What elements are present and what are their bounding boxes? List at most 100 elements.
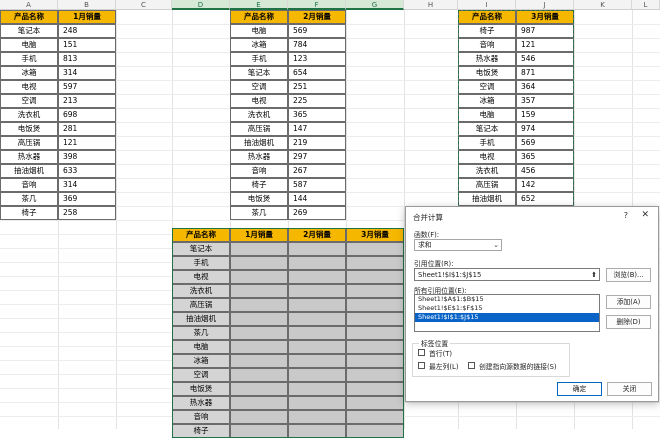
product-name-cell[interactable]: 手机 bbox=[0, 52, 58, 66]
summary-product-cell[interactable]: 洗衣机 bbox=[172, 284, 230, 298]
summary-product-cell[interactable]: 手机 bbox=[172, 256, 230, 270]
summary-product-cell[interactable]: 高压锅 bbox=[172, 298, 230, 312]
product-name-cell[interactable]: 抽油烟机 bbox=[0, 164, 58, 178]
summary-value-cell[interactable] bbox=[288, 424, 346, 438]
header-cell[interactable]: 1月销量 bbox=[58, 10, 116, 24]
product-name-cell[interactable]: 椅子 bbox=[230, 178, 288, 192]
summary-value-cell[interactable] bbox=[230, 354, 288, 368]
product-name-cell[interactable]: 空调 bbox=[0, 94, 58, 108]
sales-value-cell[interactable]: 219 bbox=[288, 136, 346, 150]
reference-list-item[interactable]: Sheet1!$A$1:$B$15 bbox=[415, 295, 599, 304]
summary-value-cell[interactable] bbox=[346, 368, 404, 382]
sales-value-cell[interactable]: 142 bbox=[516, 178, 574, 192]
summary-value-cell[interactable] bbox=[346, 312, 404, 326]
sales-value-cell[interactable]: 251 bbox=[288, 80, 346, 94]
summary-value-cell[interactable] bbox=[288, 396, 346, 410]
left-column-checkbox[interactable] bbox=[418, 362, 425, 369]
sales-value-cell[interactable]: 587 bbox=[288, 178, 346, 192]
product-name-cell[interactable]: 音响 bbox=[230, 164, 288, 178]
summary-value-cell[interactable] bbox=[288, 242, 346, 256]
summary-value-cell[interactable] bbox=[346, 424, 404, 438]
product-name-cell[interactable]: 音响 bbox=[458, 38, 516, 52]
summary-value-cell[interactable] bbox=[230, 270, 288, 284]
product-name-cell[interactable]: 冰箱 bbox=[458, 94, 516, 108]
summary-header-cell[interactable]: 产品名称 bbox=[172, 228, 230, 242]
summary-value-cell[interactable] bbox=[288, 410, 346, 424]
product-name-cell[interactable]: 电脑 bbox=[230, 24, 288, 38]
summary-product-cell[interactable]: 电脑 bbox=[172, 340, 230, 354]
column-header-a[interactable]: A bbox=[0, 0, 58, 10]
column-header-h[interactable]: H bbox=[404, 0, 458, 10]
summary-value-cell[interactable] bbox=[230, 424, 288, 438]
product-name-cell[interactable]: 空调 bbox=[458, 80, 516, 94]
summary-value-cell[interactable] bbox=[230, 284, 288, 298]
sales-value-cell[interactable]: 297 bbox=[288, 150, 346, 164]
summary-value-cell[interactable] bbox=[346, 284, 404, 298]
sales-value-cell[interactable]: 698 bbox=[58, 108, 116, 122]
sales-value-cell[interactable]: 974 bbox=[516, 122, 574, 136]
summary-value-cell[interactable] bbox=[230, 256, 288, 270]
summary-product-cell[interactable]: 电视 bbox=[172, 270, 230, 284]
sales-value-cell[interactable]: 569 bbox=[288, 24, 346, 38]
sales-value-cell[interactable]: 365 bbox=[288, 108, 346, 122]
delete-button[interactable]: 删除(D) bbox=[606, 315, 651, 329]
product-name-cell[interactable]: 电视 bbox=[230, 94, 288, 108]
summary-value-cell[interactable] bbox=[230, 368, 288, 382]
sales-value-cell[interactable]: 121 bbox=[516, 38, 574, 52]
product-name-cell[interactable]: 高压锅 bbox=[458, 178, 516, 192]
product-name-cell[interactable]: 茶几 bbox=[0, 192, 58, 206]
sales-value-cell[interactable]: 258 bbox=[58, 206, 116, 220]
summary-value-cell[interactable] bbox=[346, 242, 404, 256]
product-name-cell[interactable]: 音响 bbox=[0, 178, 58, 192]
sales-value-cell[interactable]: 281 bbox=[58, 122, 116, 136]
column-header-f[interactable]: F bbox=[288, 0, 346, 10]
header-cell[interactable]: 产品名称 bbox=[0, 10, 58, 24]
product-name-cell[interactable]: 笔记本 bbox=[230, 66, 288, 80]
product-name-cell[interactable]: 电饭煲 bbox=[230, 192, 288, 206]
summary-value-cell[interactable] bbox=[288, 298, 346, 312]
summary-value-cell[interactable] bbox=[230, 410, 288, 424]
summary-value-cell[interactable] bbox=[230, 396, 288, 410]
sales-value-cell[interactable]: 357 bbox=[516, 94, 574, 108]
summary-value-cell[interactable] bbox=[288, 354, 346, 368]
column-header-i[interactable]: I bbox=[458, 0, 516, 10]
sales-value-cell[interactable]: 213 bbox=[58, 94, 116, 108]
product-name-cell[interactable]: 电饭煲 bbox=[0, 122, 58, 136]
column-header-c[interactable]: C bbox=[116, 0, 172, 10]
sales-value-cell[interactable]: 597 bbox=[58, 80, 116, 94]
sales-value-cell[interactable]: 159 bbox=[516, 108, 574, 122]
product-name-cell[interactable]: 冰箱 bbox=[0, 66, 58, 80]
reference-list-item[interactable]: Sheet1!$E$1:$F$15 bbox=[415, 304, 599, 313]
summary-product-cell[interactable]: 热水器 bbox=[172, 396, 230, 410]
product-name-cell[interactable]: 洗衣机 bbox=[458, 164, 516, 178]
close-button[interactable]: 关闭 bbox=[607, 382, 652, 396]
summary-value-cell[interactable] bbox=[288, 270, 346, 284]
sales-value-cell[interactable]: 456 bbox=[516, 164, 574, 178]
sales-value-cell[interactable]: 813 bbox=[58, 52, 116, 66]
product-name-cell[interactable]: 笔记本 bbox=[458, 122, 516, 136]
summary-product-cell[interactable]: 音响 bbox=[172, 410, 230, 424]
summary-value-cell[interactable] bbox=[288, 368, 346, 382]
summary-product-cell[interactable]: 茶几 bbox=[172, 326, 230, 340]
header-cell[interactable]: 2月销量 bbox=[288, 10, 346, 24]
summary-header-cell[interactable]: 2月销量 bbox=[288, 228, 346, 242]
summary-value-cell[interactable] bbox=[346, 410, 404, 424]
summary-value-cell[interactable] bbox=[288, 256, 346, 270]
summary-product-cell[interactable]: 笔记本 bbox=[172, 242, 230, 256]
product-name-cell[interactable]: 高压锅 bbox=[230, 122, 288, 136]
reference-input[interactable]: Sheet1!$I$1:$J$15 ⬆ bbox=[414, 268, 600, 281]
product-name-cell[interactable]: 椅子 bbox=[458, 24, 516, 38]
all-references-list[interactable]: Sheet1!$A$1:$B$15 Sheet1!$E$1:$F$15 Sheet1… bbox=[414, 294, 600, 332]
function-select[interactable]: 求和 ⌄ bbox=[414, 239, 502, 251]
sales-value-cell[interactable]: 314 bbox=[58, 178, 116, 192]
column-header-j[interactable]: J bbox=[516, 0, 574, 10]
product-name-cell[interactable]: 高压锅 bbox=[0, 136, 58, 150]
product-name-cell[interactable]: 洗衣机 bbox=[230, 108, 288, 122]
ok-button[interactable]: 确定 bbox=[557, 382, 602, 396]
product-name-cell[interactable]: 电脑 bbox=[458, 108, 516, 122]
sales-value-cell[interactable]: 784 bbox=[288, 38, 346, 52]
product-name-cell[interactable]: 热水器 bbox=[458, 52, 516, 66]
summary-value-cell[interactable] bbox=[346, 382, 404, 396]
sales-value-cell[interactable]: 652 bbox=[516, 192, 574, 206]
column-header-b[interactable]: B bbox=[58, 0, 116, 10]
